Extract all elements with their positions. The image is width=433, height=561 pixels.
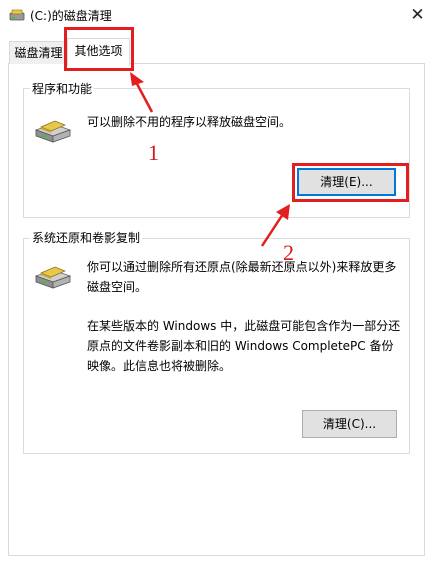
disk-cleanup-icon <box>9 9 25 21</box>
programs-group-box <box>23 88 410 218</box>
programs-description: 可以删除不用的程序以释放磁盘空间。 <box>87 115 292 129</box>
programs-group-title: 程序和功能 <box>30 80 95 97</box>
tab-disk-cleanup[interactable]: 磁盘清理 <box>9 41 68 64</box>
cleanup-programs-button[interactable]: 清理(E)... <box>297 168 396 196</box>
cleanup-restore-button[interactable]: 清理(C)... <box>302 410 397 438</box>
restore-group-title: 系统还原和卷影复制 <box>30 229 143 246</box>
disk-drive-icon <box>34 120 72 143</box>
close-button[interactable]: ✕ <box>402 0 433 30</box>
annotation-step-2: 2 <box>283 240 294 265</box>
annotation-step-1: 1 <box>148 140 159 165</box>
window-title: (C:)的磁盘清理 <box>30 9 112 23</box>
tab-other-options[interactable]: 其他选项 <box>67 38 130 65</box>
restore-description: 你可以通过删除所有还原点(除最新还原点以外)来释放更多磁盘空间。 <box>87 260 397 294</box>
disk-drive-icon <box>34 266 72 289</box>
restore-note: 在某些版本的 Windows 中，此磁盘可能包含作为一部分还原点的文件卷影副本和… <box>87 319 401 373</box>
